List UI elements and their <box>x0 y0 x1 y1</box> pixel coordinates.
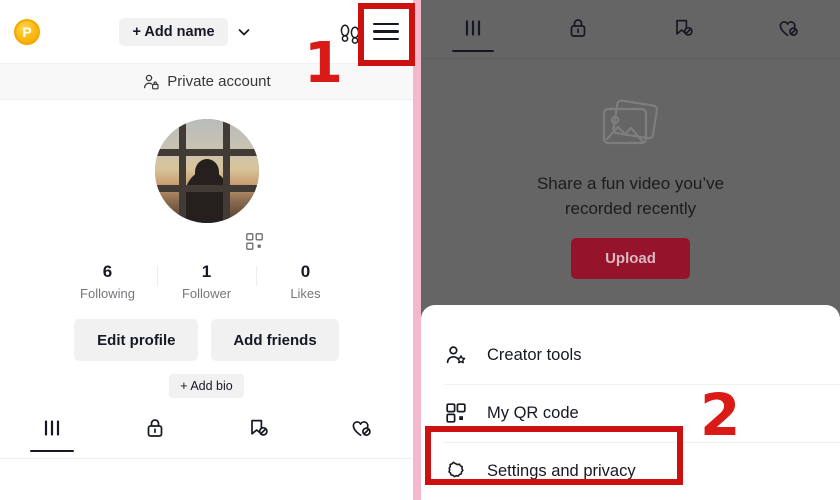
qr-code-icon <box>444 401 468 425</box>
hamburger-menu-icon[interactable] <box>369 17 403 47</box>
tab-underline-inactive <box>557 50 599 53</box>
stat-value: 6 <box>102 262 113 281</box>
tabbar-divider <box>421 58 840 59</box>
tab-active-underline <box>452 49 495 52</box>
profile-actions: Edit profile Add friends <box>0 319 413 361</box>
tab-liked[interactable] <box>735 15 840 59</box>
annotation-step-2: 2 <box>700 381 741 449</box>
stat-likes[interactable]: 0 Likes <box>256 262 355 301</box>
tab-underline-inactive <box>767 50 809 53</box>
tab-underline-inactive <box>236 450 280 453</box>
hamburger-bar <box>373 37 399 41</box>
tab-underline-inactive <box>662 50 704 53</box>
stat-value: 0 <box>300 262 311 281</box>
side-menu-sheet: Creator tools My QR code Settings and pr… <box>421 305 840 500</box>
right-phone-panel: Share a fun video you’ve recorded recent… <box>421 0 840 500</box>
tab-posts[interactable] <box>0 415 103 459</box>
avatar-window-bar <box>154 149 259 156</box>
left-phone-panel: P + Add name Private account 6 Following… <box>0 0 413 500</box>
empty-state-text: Share a fun video you’ve recorded recent… <box>421 171 840 221</box>
stat-label: Likes <box>290 286 321 301</box>
add-bio-button[interactable]: + Add bio <box>169 374 244 398</box>
bookmark-hidden-icon <box>671 15 695 41</box>
heart-hidden-icon <box>349 415 373 441</box>
stat-label: Following <box>80 286 135 301</box>
tab-posts[interactable] <box>421 15 526 59</box>
private-account-label: Private account <box>167 73 271 90</box>
hamburger-bar <box>373 30 399 33</box>
add-bio-row: + Add bio <box>0 374 413 398</box>
tab-active-underline <box>29 449 74 452</box>
heart-hidden-icon <box>776 15 800 41</box>
tab-liked[interactable] <box>310 415 413 459</box>
grid-posts-icon <box>461 15 485 41</box>
avatar-window-bar <box>222 119 230 223</box>
screenshot-root: P + Add name Private account 6 Following… <box>0 0 840 500</box>
profile-stats: 6 Following 1 Follower 0 Likes <box>0 262 413 301</box>
topbar-right-group <box>337 17 403 47</box>
menu-item-label: Settings and privacy <box>487 461 636 480</box>
add-name-button[interactable]: + Add name <box>119 17 228 46</box>
tab-underline-inactive <box>339 450 383 453</box>
grid-posts-icon <box>40 415 64 441</box>
avatar-window-bar <box>154 185 259 192</box>
private-account-icon <box>142 73 160 91</box>
empty-state-line2: recorded recently <box>564 199 697 218</box>
menu-item-my-qr-code[interactable]: My QR code <box>421 384 840 442</box>
avatar[interactable] <box>154 119 259 223</box>
avatar-window-bar <box>178 119 186 223</box>
qr-code-icon[interactable] <box>0 233 413 250</box>
photo-stack-icon <box>421 95 840 157</box>
menu-item-label: My QR code <box>487 403 579 422</box>
tab-underline-inactive <box>133 450 177 453</box>
tabbar-divider <box>0 458 413 459</box>
sheet-top-padding <box>421 305 840 326</box>
tab-saved[interactable] <box>631 15 736 59</box>
stat-following[interactable]: 6 Following <box>58 262 157 301</box>
tab-private[interactable] <box>103 415 206 459</box>
edit-profile-button[interactable]: Edit profile <box>74 319 199 361</box>
tab-private[interactable] <box>526 15 631 59</box>
stat-follower[interactable]: 1 Follower <box>157 262 256 301</box>
profile-tabbar-dimmed <box>421 0 840 58</box>
annotation-step-1: 1 <box>304 31 343 96</box>
tab-saved[interactable] <box>207 415 310 459</box>
menu-item-creator-tools[interactable]: Creator tools <box>421 326 840 384</box>
chevron-down-icon[interactable] <box>236 24 252 40</box>
add-friends-button[interactable]: Add friends <box>211 319 339 361</box>
topbar-center-group: + Add name <box>34 17 337 46</box>
hamburger-bar <box>373 22 399 26</box>
empty-state: Share a fun video you’ve recorded recent… <box>421 95 840 279</box>
lock-private-icon <box>566 15 590 41</box>
bookmark-hidden-icon <box>246 415 270 441</box>
upload-button[interactable]: Upload <box>571 238 690 279</box>
panel-divider <box>413 0 421 500</box>
stat-value: 1 <box>201 262 212 281</box>
private-account-row[interactable]: Private account <box>0 63 413 100</box>
menu-item-settings-and-privacy[interactable]: Settings and privacy <box>421 442 840 500</box>
empty-state-line1: Share a fun video you’ve <box>536 174 725 193</box>
menu-item-label: Creator tools <box>487 345 582 364</box>
stat-label: Follower <box>181 286 232 301</box>
profile-topbar: P + Add name <box>0 0 413 63</box>
gear-settings-icon <box>444 459 468 483</box>
creator-tools-icon <box>444 343 468 367</box>
lock-private-icon <box>143 415 167 441</box>
profile-tabbar <box>0 415 413 459</box>
